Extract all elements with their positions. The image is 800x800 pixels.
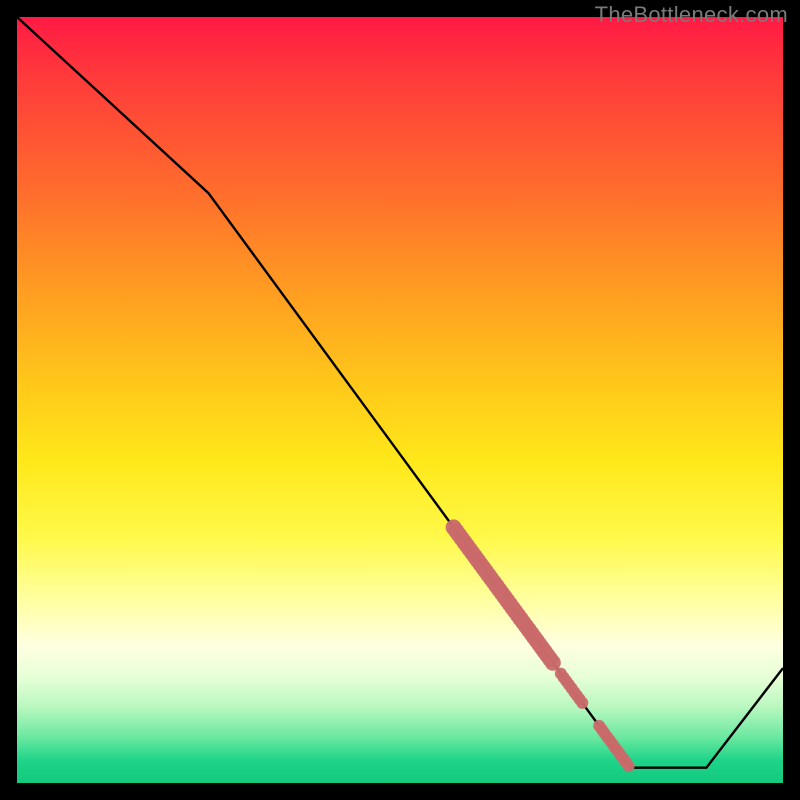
chart-container: TheBottleneck.com — [0, 0, 800, 800]
series-line — [17, 17, 783, 768]
chart-overlay — [17, 17, 783, 783]
marker-dots — [446, 519, 635, 772]
watermark-text: TheBottleneck.com — [595, 2, 788, 28]
